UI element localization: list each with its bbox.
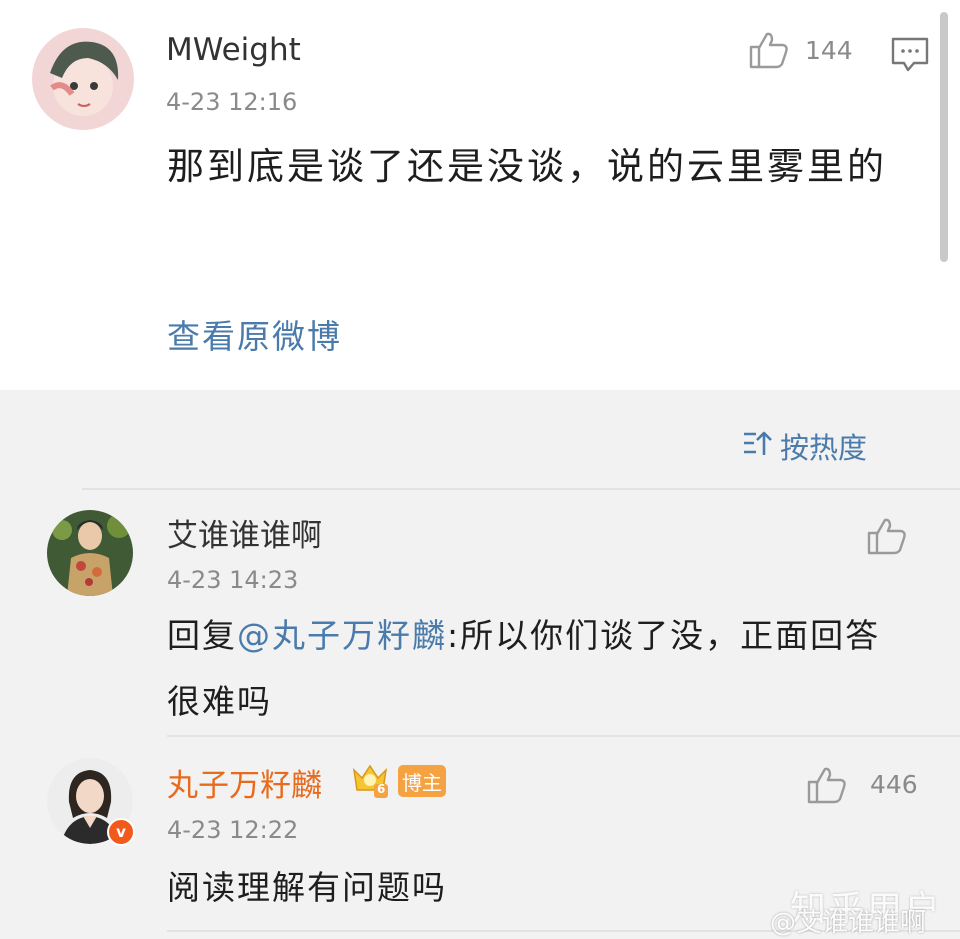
host-badge: 博主 — [398, 765, 446, 797]
thumbs-up-icon[interactable] — [866, 516, 908, 560]
host-username[interactable]: 丸子万籽麟 — [167, 760, 322, 805]
thumbs-up-icon[interactable] — [748, 30, 790, 74]
vip-level: 6 — [377, 782, 386, 796]
scrollbar[interactable] — [940, 12, 948, 262]
view-original-link[interactable]: 查看原微博 — [167, 310, 342, 358]
comment-text: 那到底是谈了还是没谈，说的云里雾里的 — [167, 145, 887, 188]
mention-link[interactable]: @丸子万籽麟 — [237, 616, 447, 655]
like-count: 144 — [805, 36, 853, 65]
reply-text: 回复@丸子万籽麟:所以你们谈了没，正面回答很难吗 — [167, 603, 887, 735]
reply-timestamp: 4-23 14:23 — [167, 566, 299, 594]
comment-timestamp: 4-23 12:16 — [166, 88, 298, 116]
comment-bubble-icon[interactable] — [890, 36, 930, 78]
reply-prefix: 回复 — [167, 616, 237, 655]
sort-icon — [742, 429, 774, 464]
main-comment-card: MWeight 4-23 12:16 144 那到底是谈了还是没谈，说的云里雾里… — [0, 0, 960, 390]
comment-username[interactable]: MWeight — [166, 32, 301, 68]
reply-username[interactable]: 艾谁谁谁啊 — [167, 510, 322, 555]
user-avatar-mweight[interactable] — [32, 28, 134, 130]
watermark-sub: @艾谁谁谁啊 — [770, 908, 927, 938]
verified-v-icon: v — [107, 818, 135, 846]
thumbs-up-icon[interactable] — [806, 765, 848, 809]
sort-by-hot-button[interactable]: 按热度 — [742, 425, 867, 467]
sort-label: 按热度 — [780, 431, 868, 465]
user-avatar-aishui[interactable] — [47, 510, 133, 596]
like-count: 446 — [870, 770, 918, 799]
reply-timestamp: 4-23 12:22 — [167, 816, 299, 844]
user-avatar-host[interactable]: v — [47, 758, 135, 846]
divider — [82, 488, 960, 490]
vip-crown-icon: 6 — [350, 760, 390, 804]
divider — [167, 735, 960, 737]
